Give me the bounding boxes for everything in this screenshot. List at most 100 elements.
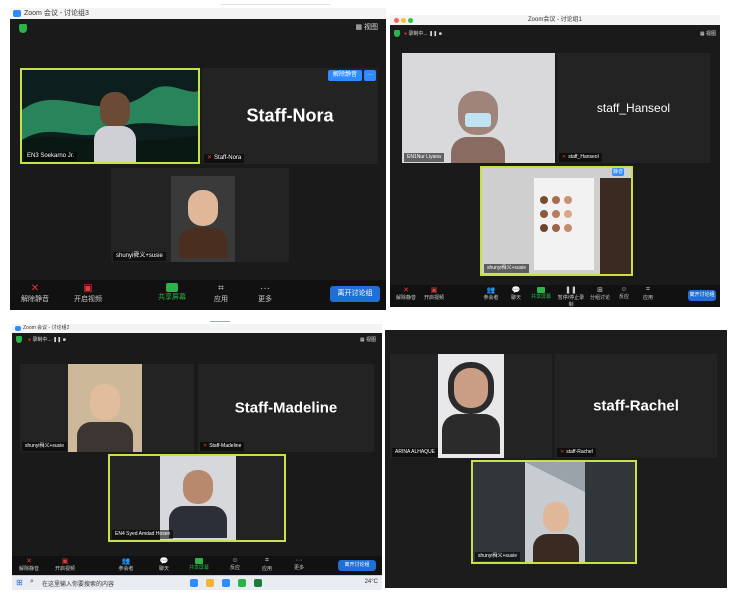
view-button[interactable]: ▦ 视图 — [360, 336, 376, 343]
view-label: 视图 — [364, 24, 378, 31]
zoom-window-gallery: ARINA ALHAQUE staff-Rachel ✕ staff-Rachel… — [385, 330, 727, 588]
reactions-button[interactable]: ☺ 反应 — [226, 557, 244, 571]
video-tile-shunyi[interactable]: shunyi舜义+susie — [111, 168, 289, 262]
taskbar-app-icon[interactable] — [238, 579, 246, 587]
taskbar-app-icon[interactable] — [206, 579, 214, 587]
reactions-icon: ☺ — [231, 557, 239, 564]
taskbar-app-icon[interactable] — [254, 579, 262, 587]
muted-mic-icon: ✕ — [30, 283, 40, 294]
muted-mic-icon: ✕ — [26, 558, 32, 565]
participant-avatar — [600, 178, 631, 274]
share-screen-button[interactable]: 共享屏幕 — [186, 557, 212, 571]
participant-big-name: Staff-Madeline — [234, 399, 338, 417]
share-screen-button[interactable]: 共享屏幕 — [154, 283, 190, 302]
share-screen-button[interactable]: 共享屏幕 — [529, 286, 553, 300]
security-shield-icon[interactable] — [16, 336, 22, 343]
video-tile-en3[interactable]: EN3 Soekarno Jr. — [20, 68, 200, 164]
meeting-toolbar: ✕ 解除静音 ▣ 开启视频 👥 参会者 💬 聊天 共享屏幕 ☺ 反应 ⌗ 应用 ··· 更多 … — [12, 556, 382, 576]
more-button[interactable]: ··· 更多 — [252, 283, 278, 304]
video-tile-staff-madeline[interactable]: Staff-Madeline ✕ Staff-Madeline — [198, 364, 374, 452]
toolbar-label: 共享屏幕 — [158, 294, 186, 301]
participants-button[interactable]: 👥 参会者 — [480, 286, 502, 301]
video-tile-staff-nora[interactable]: Staff-Nora ✕ Staff-Nora — [202, 68, 378, 164]
muted-mic-icon: ✕ — [403, 287, 409, 294]
video-off-icon: ▣ — [430, 287, 438, 294]
recording-indicator: ● 录制中... ❚❚ ■ — [28, 337, 66, 343]
unmute-toolbar-button[interactable]: ✕ 解除静音 — [394, 286, 418, 301]
window-titlebar: Zoom 会议 - 讨论组2 — [12, 324, 382, 333]
toolbar-label: 应用 — [214, 296, 228, 303]
muted-mic-icon: ✕ — [560, 449, 565, 455]
more-options-button[interactable]: ··· — [364, 70, 376, 81]
taskbar-weather[interactable]: 24°C — [365, 579, 378, 585]
participant-avatar — [171, 176, 235, 262]
video-tile-shunyi[interactable]: shunyi舜义+susie — [480, 166, 633, 276]
participant-avatar — [451, 91, 505, 163]
apps-button[interactable]: ⌗ 应用 — [640, 286, 656, 301]
video-tile-staff-hanseol[interactable]: staff_Hanseol ✕ staff_Hanseol — [557, 53, 710, 163]
apps-button[interactable]: ⌗ 应用 — [258, 557, 276, 572]
breakout-rooms-icon: ⊞ — [597, 287, 603, 294]
window-title: Zoom会议 - 讨论组1 — [527, 17, 582, 23]
security-shield-icon[interactable] — [394, 30, 400, 37]
meeting-toolbar: ✕ 解除静音 ▣ 开启视频 👥 参会者 💬 聊天 共享屏幕 ❚❚ 暂停/停止录制 ⊞ 分组讨… — [390, 285, 720, 307]
windows-start-icon[interactable]: ⊞ — [16, 578, 23, 587]
chat-button[interactable]: 💬 聊天 — [154, 557, 174, 572]
grid-icon: ▦ — [355, 24, 364, 31]
pause-stop-recording-button[interactable]: ❚❚ 暂停/停止录制 — [556, 286, 586, 307]
chart-board-image — [534, 178, 594, 270]
unmute-toolbar-button[interactable]: ✕ 解除静音 — [18, 283, 52, 304]
taskbar-search-box[interactable]: 在这里输入你要搜索的内容 — [42, 579, 114, 588]
record-dot-icon: ● — [404, 31, 408, 37]
chat-button[interactable]: 💬 聊天 — [507, 286, 525, 301]
start-video-button[interactable]: ▣ 开启视频 — [70, 283, 106, 304]
zoom-logo-icon — [15, 326, 21, 331]
participants-icon: 👥 — [121, 558, 131, 565]
start-video-button[interactable]: ▣ 开启视频 — [52, 557, 78, 572]
record-dot-icon: ● — [28, 337, 32, 343]
unmute-toolbar-button[interactable]: ✕ 解除静音 — [16, 557, 42, 572]
muted-mic-icon: ✕ — [203, 443, 208, 449]
more-button[interactable]: ··· 更多 — [290, 557, 308, 571]
taskbar-app-icon[interactable] — [190, 579, 198, 587]
view-button[interactable]: ▦ 视图 — [700, 30, 716, 37]
tile-name-tag: shunyi舜义+susie — [475, 552, 521, 561]
window-titlebar: Zoom会议 - 讨论组1 — [390, 15, 720, 25]
window-title: Zoom 会议 - 讨论组2 — [23, 325, 70, 331]
start-video-button[interactable]: ▣ 开启视频 — [422, 286, 446, 301]
video-tile-arina[interactable]: ARINA ALHAQUE — [390, 354, 552, 458]
leave-breakout-room-button[interactable]: 离开讨论组 — [688, 290, 716, 301]
video-tile-staff-rachel[interactable]: staff-Rachel ✕ staff-Rachel — [555, 354, 717, 458]
tile-name-tag: shunyi舜义+susie — [22, 442, 68, 451]
leave-breakout-room-button[interactable]: 离开讨论组 — [330, 286, 380, 302]
reactions-button[interactable]: ☺ 反应 — [616, 286, 632, 300]
video-tile-en4[interactable]: EN4 Syed Amdad Hosen — [108, 454, 286, 542]
view-button[interactable]: ▦ 视图 — [355, 22, 378, 32]
video-off-icon: ▣ — [61, 558, 69, 565]
participants-button[interactable]: 👥 参会者 — [114, 557, 138, 572]
zoom-window-group2: Zoom 会议 - 讨论组2 ● 录制中... ❚❚ ■ ▦ 视图 shunyi… — [12, 324, 382, 590]
muted-badge[interactable]: 静音 — [612, 168, 624, 176]
taskbar-app-icon[interactable] — [222, 579, 230, 587]
share-screen-icon — [166, 283, 178, 292]
meeting-toolbar: ✕ 解除静音 ▣ 开启视频 共享屏幕 ⌗ 应用 ··· 更多 离开讨论组 — [10, 280, 386, 310]
breakout-rooms-button[interactable]: ⊞ 分组讨论 — [588, 286, 612, 301]
participant-big-name: staff_Hanseol — [596, 101, 671, 115]
tile-name-tag: EN1Nur Liyana — [404, 153, 444, 162]
windows-taskbar: ⊞ ⌕ 在这里输入你要搜索的内容 24°C — [12, 575, 382, 590]
video-tile-en1[interactable]: EN1Nur Liyana — [402, 53, 555, 163]
tile-name-tag: EN4 Syed Amdad Hosen — [112, 530, 174, 539]
zoom-window-group3: Zoom 会议 - 讨论组3 ▦ 视图 EN3 Soekarno Jr. Sta… — [10, 8, 386, 310]
record-pause-icon: ❚❚ — [565, 287, 577, 294]
security-shield-icon[interactable] — [19, 24, 27, 33]
tile-name-tag: ARINA ALHAQUE — [392, 448, 439, 457]
leave-breakout-room-button[interactable]: 离开讨论组 — [338, 560, 376, 571]
participants-icon: 👥 — [486, 287, 496, 294]
participant-avatar — [68, 364, 142, 452]
divider — [210, 321, 230, 322]
unmute-button[interactable]: 解除静音 — [328, 70, 362, 81]
video-tile-shunyi[interactable]: shunyi舜义+susie — [471, 460, 637, 564]
video-tile-shunyi[interactable]: shunyi舜义+susie — [20, 364, 194, 452]
participant-avatar — [160, 456, 236, 540]
apps-button[interactable]: ⌗ 应用 — [208, 283, 234, 304]
